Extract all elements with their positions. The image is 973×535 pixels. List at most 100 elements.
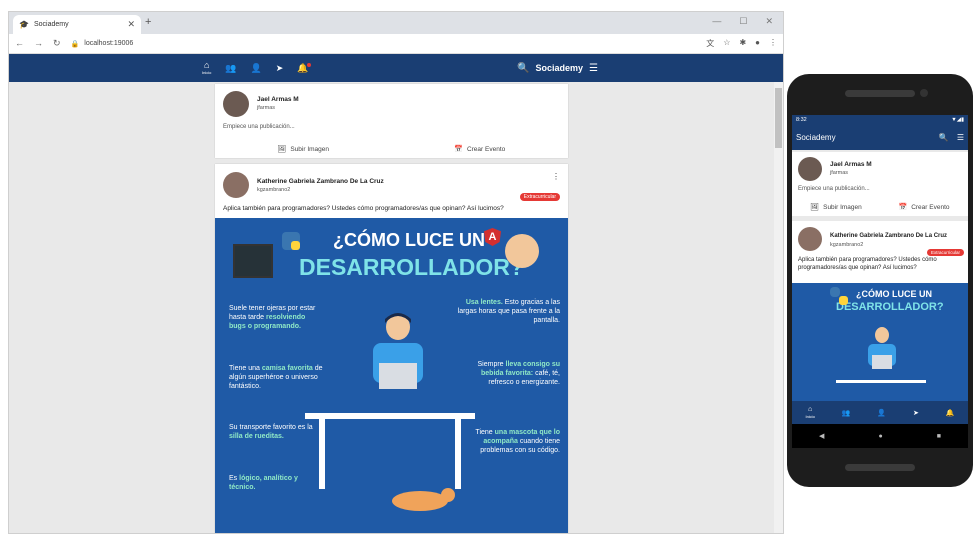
scrollbar-thumb[interactable]	[775, 88, 782, 148]
tab-close-icon[interactable]: ✕	[127, 19, 135, 30]
menu-icon[interactable]: ⋮	[769, 38, 777, 49]
android-nav-bar: ◀ ● ■	[792, 424, 968, 448]
search-icon[interactable]: 🔍	[939, 133, 949, 142]
infographic-text-5: Usa lentes. Esto gracias a las largas ho…	[457, 299, 560, 324]
infographic-title-line1: ¿CÓMO LUCE UN	[333, 230, 485, 250]
avatar	[798, 227, 822, 251]
android-home-icon[interactable]: ●	[878, 433, 882, 440]
minimize-button[interactable]: —	[712, 16, 721, 27]
notification-dot	[306, 62, 311, 67]
post-card: Katherine Gabriela Zambrano De La Cruz k…	[215, 164, 568, 533]
desk	[305, 413, 475, 419]
composer-input[interactable]: Empiece una publicación...	[223, 124, 295, 130]
image-icon: 🖼	[810, 204, 820, 211]
phone-composer-input[interactable]: Empiece una publicación...	[798, 186, 870, 192]
send-icon[interactable]: ➤	[913, 409, 919, 417]
composer-card: Jael Armas M jfarmas Empiece una publica…	[215, 84, 568, 158]
bell-icon[interactable]: 🔔	[946, 409, 955, 417]
hamburger-icon[interactable]: ☰	[957, 133, 964, 142]
desk-leg	[319, 419, 325, 489]
android-recents-icon[interactable]: ■	[937, 433, 941, 440]
phone-nav-home[interactable]: ⌂ Inicio	[805, 406, 814, 420]
avatar	[223, 91, 249, 117]
desk-leg	[455, 419, 461, 489]
star-icon[interactable]: ☆	[723, 38, 730, 49]
infographic-title-line2: DESARROLLADOR?	[299, 254, 524, 280]
browser-tab[interactable]: 🎓 Sociademy ✕	[13, 15, 141, 34]
signal-icon: ▼◢▮	[951, 117, 964, 123]
back-icon[interactable]: ←	[15, 38, 24, 49]
groups-icon[interactable]: 👥	[225, 63, 236, 74]
phone-post-author[interactable]: Katherine Gabriela Zambrano De La Cruz	[830, 233, 947, 239]
home-icon: ⌂	[203, 60, 210, 70]
app-header: ⌂ Inicio 👥 👤 ➤ 🔔 🔍 Sociademy ☰	[9, 54, 783, 82]
search-icon[interactable]: 🔍	[517, 63, 529, 74]
send-icon[interactable]: ➤	[276, 63, 284, 74]
hamburger-icon[interactable]: ☰	[589, 63, 598, 74]
phone-create-event-button[interactable]: 📅 Crear Evento	[880, 200, 968, 214]
calendar-icon: 📅	[898, 204, 908, 211]
create-event-button[interactable]: 📅 Crear Evento	[392, 142, 569, 156]
url-text[interactable]: localhost:19006	[84, 40, 133, 47]
home-label: Inicio	[202, 70, 212, 75]
phone-app-title: Sociademy	[796, 133, 836, 142]
phone-mockup: 8:32 ▼◢▮ Sociademy 🔍 ☰ Jael Armas M jfarm…	[787, 74, 973, 487]
lock-icon: 🔒	[70, 40, 80, 48]
phone-category-badge: Extracurricular	[926, 249, 964, 256]
post-caption: Aplica también para programadores? Usted…	[223, 205, 504, 212]
brand-title: Sociademy	[535, 63, 583, 73]
post-handle: kgzambrano2	[257, 187, 291, 193]
close-window-button[interactable]: ✕	[765, 16, 773, 27]
phone-home-label: Inicio	[805, 413, 815, 419]
post-author[interactable]: Katherine Gabriela Zambrano De La Cruz	[257, 178, 384, 185]
phone-camera	[920, 89, 928, 97]
app-brand: 🔍 Sociademy ☰	[517, 54, 598, 82]
phone-infographic-title-line2: DESARROLLADOR?	[836, 301, 944, 313]
bell-icon[interactable]: 🔔	[297, 62, 311, 74]
infographic-text-4: Es lógico, analítico y técnico.	[229, 475, 298, 491]
home-icon: ⌂	[808, 405, 813, 413]
more-options-icon[interactable]: ⋮	[552, 172, 560, 181]
maximize-button[interactable]: ☐	[739, 16, 747, 27]
address-bar: ← → ↻ 🔒 localhost:19006 文 ☆ ✱ ● ⋮	[9, 34, 783, 54]
upload-image-button[interactable]: 🖼 Subir Imagen	[215, 142, 392, 156]
phone-composer-actions: 🖼 Subir Imagen 📅 Crear Evento	[792, 200, 968, 214]
infographic-text-3: Su transporte favorito es la silla de ru…	[229, 424, 313, 440]
translate-icon[interactable]: 文	[706, 38, 714, 49]
forward-icon[interactable]: →	[34, 38, 43, 49]
window-controls: — ☐ ✕	[712, 16, 773, 27]
post-image: ¿CÓMO LUCE UN DESARROLLADOR? A Suele ten…	[215, 218, 568, 533]
developer-illustration	[868, 327, 896, 369]
phone-time: 8:32	[796, 117, 807, 123]
python-logo-icon	[830, 287, 848, 305]
composer-user-name: Jael Armas M	[257, 96, 299, 103]
phone-post-handle: kgzambrano2	[830, 242, 864, 248]
avatar	[223, 172, 249, 198]
phone-upload-image-button[interactable]: 🖼 Subir Imagen	[792, 200, 880, 214]
nav-home[interactable]: ⌂ Inicio	[202, 60, 212, 76]
developer-illustration	[373, 313, 423, 389]
composer-user-handle: jfarmas	[257, 105, 276, 111]
scrollbar[interactable]	[774, 82, 783, 533]
person-icon[interactable]: 👤	[251, 63, 262, 74]
android-back-icon[interactable]: ◀	[819, 432, 824, 440]
phone-post-image: ¿CÓMO LUCE UN DESARROLLADOR?	[792, 283, 968, 403]
profile-icon[interactable]: ●	[755, 38, 760, 49]
extensions-icon[interactable]: ✱	[739, 38, 746, 49]
phone-speaker	[845, 90, 915, 97]
phone-status-bar: 8:32 ▼◢▮	[792, 115, 968, 125]
python-logo-icon	[282, 232, 300, 250]
infographic-text-7: Tiene una mascota que lo acompaña cuando…	[475, 429, 560, 454]
avatar	[798, 157, 822, 181]
person-icon[interactable]: 👤	[877, 409, 886, 417]
browser-window: 🎓 Sociademy ✕ + — ☐ ✕ ← → ↻ 🔒 localhost:…	[8, 11, 784, 534]
phone-composer-card: Jael Armas M jfarmas Empiece una publica…	[792, 152, 968, 216]
phone-post-caption: Aplica también para programadores? Usted…	[798, 257, 937, 271]
phone-upload-image-label: Subir Imagen	[823, 203, 862, 211]
reload-icon[interactable]: ↻	[53, 38, 61, 49]
calendar-icon: 📅	[454, 146, 463, 153]
new-tab-button[interactable]: +	[145, 16, 151, 28]
developer-avatar-icon	[505, 234, 539, 268]
phone-screen: 8:32 ▼◢▮ Sociademy 🔍 ☰ Jael Armas M jfarm…	[792, 115, 968, 448]
groups-icon[interactable]: 👥	[842, 409, 851, 417]
